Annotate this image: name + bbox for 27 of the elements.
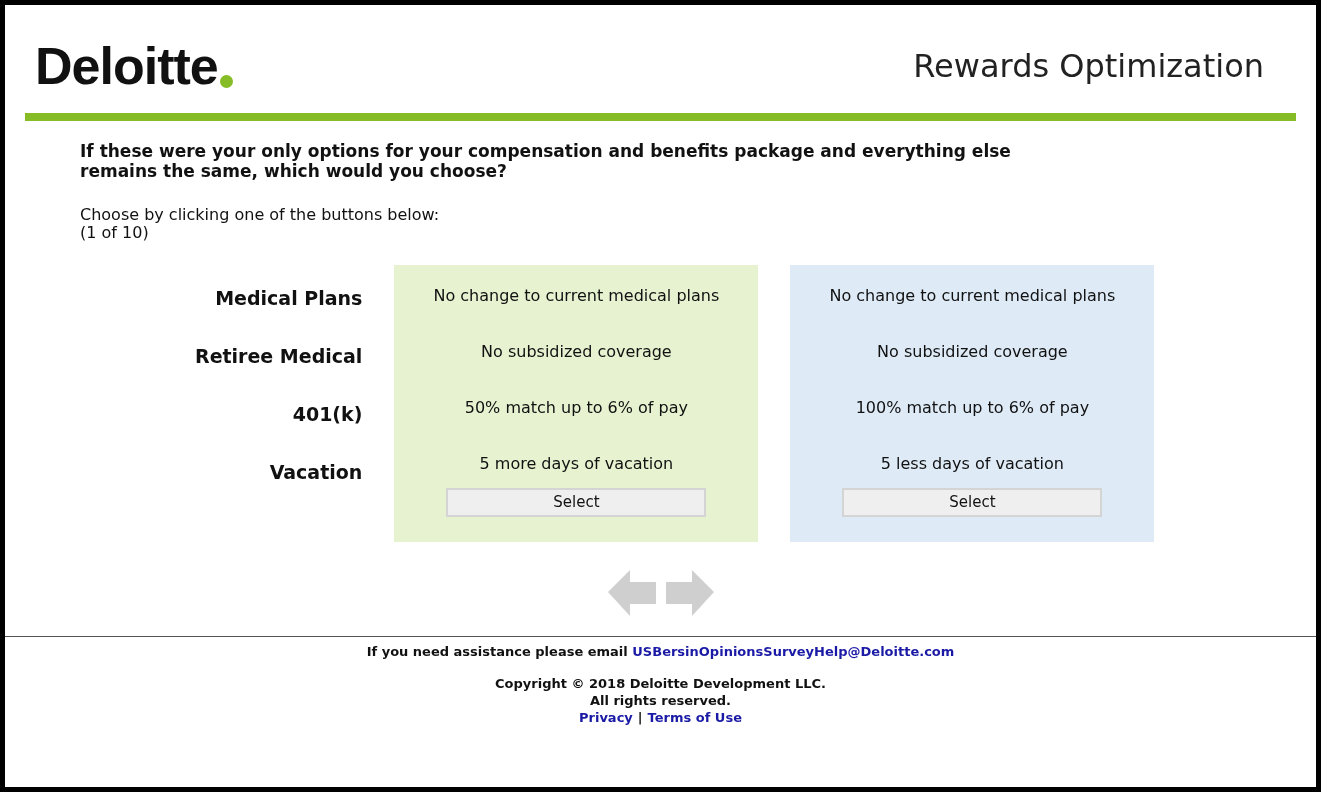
attribute-label: Medical Plans (215, 286, 363, 311)
option-value: No subsidized coverage (481, 342, 672, 361)
logo-dot-icon (219, 75, 233, 88)
option-value: No subsidized coverage (877, 342, 1068, 361)
privacy-link[interactable]: Privacy (579, 709, 633, 726)
option-value: 5 less days of vacation (880, 454, 1064, 473)
option-value: No change to current medical plans (829, 286, 1116, 305)
email-link[interactable]: USBersinOpinionsSurveyHelp@Deloitte.com (632, 644, 955, 659)
option-value: 100% match up to 6% of pay (855, 398, 1090, 417)
attribute-label: 401(k) (292, 402, 363, 427)
option-value: 5 more days of vacation (479, 454, 674, 473)
page-title: Rewards Optimization (913, 46, 1264, 87)
rights-text: All rights reserved. (589, 692, 732, 709)
assistance-text: If you need assistance please email USBersinOpinionsSurveyHelp@Deloitte.com (366, 643, 955, 661)
select-button[interactable]: Select (842, 488, 1103, 517)
select-button[interactable]: Select (446, 488, 707, 517)
progress-text: (1 of 10) (80, 224, 150, 242)
logo-wordmark: Deloitte (35, 40, 218, 92)
link-separator: | (637, 709, 643, 726)
option-value: No change to current medical plans (433, 286, 720, 305)
instruction-text: Choose by clicking one of the buttons below: (80, 206, 441, 224)
copyright-text: Copyright © 2018 Deloitte Development LLC. (495, 675, 826, 692)
attribute-label: Vacation (269, 460, 363, 485)
option-value: 50% match up to 6% of pay (464, 398, 688, 417)
attribute-label: Retiree Medical (195, 344, 363, 369)
terms-link[interactable]: Terms of Use (647, 709, 742, 726)
question-text: If these were your only options for your compensation and benefits package and everything else remains the same, which would you choose? (80, 141, 1012, 181)
